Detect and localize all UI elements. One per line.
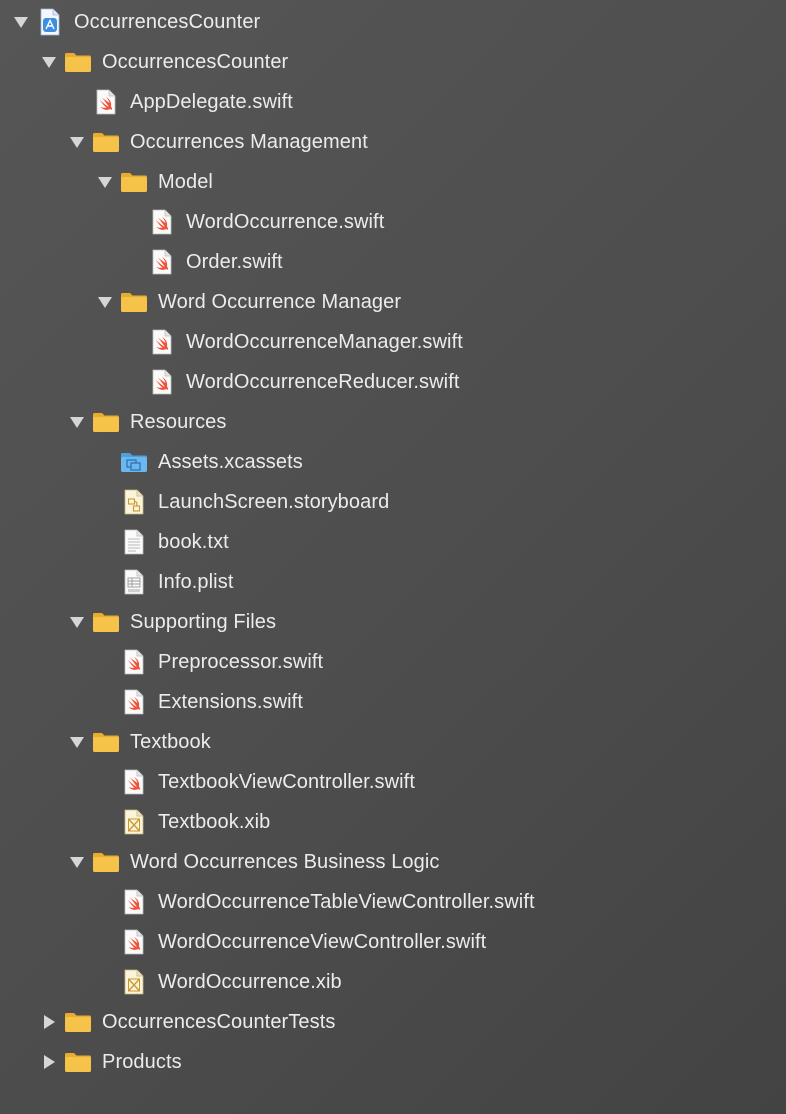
plist-file-icon (120, 568, 148, 596)
tree-row-appdelegate-swift[interactable]: AppDelegate.swift (0, 82, 786, 122)
swift-file-icon (148, 328, 176, 356)
tree-row-label: Preprocessor.swift (158, 651, 324, 673)
tree-row-textbookviewcontroller-swift[interactable]: TextbookViewController.swift (0, 762, 786, 802)
swift-file-icon (120, 688, 148, 716)
swift-file-icon (120, 888, 148, 916)
tree-row-label: AppDelegate.swift (130, 91, 293, 113)
swift-file-icon (120, 768, 148, 796)
folder-icon (64, 1008, 92, 1036)
tree-row-launchscreen-storyboard[interactable]: LaunchScreen.storyboard (0, 482, 786, 522)
disclosure-collapsed-icon[interactable] (40, 1053, 58, 1071)
tree-row-label: Supporting Files (130, 611, 277, 633)
folder-icon (92, 728, 120, 756)
disclosure-expanded-icon[interactable] (68, 853, 86, 871)
tree-row-label: WordOccurrenceViewController.swift (158, 931, 487, 953)
tree-row-label: Model (158, 171, 213, 193)
tree-row-occurrencescounter[interactable]: OccurrencesCounter (0, 2, 786, 42)
tree-row-label: OccurrencesCounter (102, 51, 289, 73)
tree-row-products[interactable]: Products (0, 1042, 786, 1082)
swift-file-icon (120, 648, 148, 676)
tree-row-label: Order.swift (186, 251, 283, 273)
tree-row-label: WordOccurrence.xib (158, 971, 342, 993)
disclosure-expanded-icon[interactable] (96, 173, 114, 191)
xib-file-icon (120, 968, 148, 996)
tree-row-label: WordOccurrence.swift (186, 211, 385, 233)
folder-icon (120, 288, 148, 316)
disclosure-expanded-icon[interactable] (68, 413, 86, 431)
folder-icon (92, 408, 120, 436)
tree-row-label: Resources (130, 411, 227, 433)
tree-row-wordoccurrencemanager-swift[interactable]: WordOccurrenceManager.swift (0, 322, 786, 362)
tree-row-supporting-files[interactable]: Supporting Files (0, 602, 786, 642)
tree-row-textbook[interactable]: Textbook (0, 722, 786, 762)
disclosure-expanded-icon[interactable] (68, 133, 86, 151)
tree-row-assets-xcassets[interactable]: Assets.xcassets (0, 442, 786, 482)
tree-row-word-occurrences-business-logic[interactable]: Word Occurrences Business Logic (0, 842, 786, 882)
tree-row-wordoccurrence-xib[interactable]: WordOccurrence.xib (0, 962, 786, 1002)
text-file-icon (120, 528, 148, 556)
tree-row-label: WordOccurrenceManager.swift (186, 331, 463, 353)
folder-icon (92, 608, 120, 636)
tree-row-wordoccurrence-swift[interactable]: WordOccurrence.swift (0, 202, 786, 242)
asset-catalog-icon (120, 448, 148, 476)
tree-row-label: Products (102, 1051, 182, 1073)
tree-row-occurrencescounter[interactable]: OccurrencesCounter (0, 42, 786, 82)
disclosure-collapsed-icon[interactable] (40, 1013, 58, 1031)
tree-row-label: OccurrencesCounter (74, 11, 261, 33)
xib-file-icon (120, 808, 148, 836)
disclosure-expanded-icon[interactable] (96, 293, 114, 311)
tree-row-resources[interactable]: Resources (0, 402, 786, 442)
tree-row-occurrences-management[interactable]: Occurrences Management (0, 122, 786, 162)
tree-row-label: Assets.xcassets (158, 451, 303, 473)
tree-row-wordoccurrencereducer-swift[interactable]: WordOccurrenceReducer.swift (0, 362, 786, 402)
tree-row-label: TextbookViewController.swift (158, 771, 415, 793)
tree-row-label: Occurrences Management (130, 131, 368, 153)
tree-row-extensions-swift[interactable]: Extensions.swift (0, 682, 786, 722)
folder-icon (92, 848, 120, 876)
tree-row-book-txt[interactable]: book.txt (0, 522, 786, 562)
disclosure-expanded-icon[interactable] (68, 613, 86, 631)
tree-row-preprocessor-swift[interactable]: Preprocessor.swift (0, 642, 786, 682)
tree-row-info-plist[interactable]: Info.plist (0, 562, 786, 602)
tree-row-label: Textbook (130, 731, 211, 753)
swift-file-icon (148, 208, 176, 236)
disclosure-expanded-icon[interactable] (40, 53, 58, 71)
disclosure-expanded-icon[interactable] (12, 13, 30, 31)
folder-icon (64, 48, 92, 76)
tree-row-label: WordOccurrenceTableViewController.swift (158, 891, 535, 913)
swift-file-icon (92, 88, 120, 116)
tree-row-label: LaunchScreen.storyboard (158, 491, 390, 513)
tree-row-label: Word Occurrences Business Logic (130, 851, 440, 873)
disclosure-expanded-icon[interactable] (68, 733, 86, 751)
tree-row-label: Info.plist (158, 571, 234, 593)
tree-row-model[interactable]: Model (0, 162, 786, 202)
tree-row-label: Word Occurrence Manager (158, 291, 402, 313)
project-navigator: OccurrencesCounter OccurrencesCounter Ap… (0, 0, 786, 1114)
folder-icon (120, 168, 148, 196)
tree-row-label: Textbook.xib (158, 811, 271, 833)
xcode-project-icon (36, 8, 64, 36)
tree-row-label: book.txt (158, 531, 229, 553)
tree-row-label: OccurrencesCounterTests (102, 1011, 336, 1033)
tree-row-wordoccurrencetableviewcontroller-swift[interactable]: WordOccurrenceTableViewController.swift (0, 882, 786, 922)
swift-file-icon (120, 928, 148, 956)
swift-file-icon (148, 248, 176, 276)
tree-row-wordoccurrenceviewcontroller-swift[interactable]: WordOccurrenceViewController.swift (0, 922, 786, 962)
tree-row-occurrencescountertests[interactable]: OccurrencesCounterTests (0, 1002, 786, 1042)
folder-icon (64, 1048, 92, 1076)
folder-icon (92, 128, 120, 156)
tree-row-label: WordOccurrenceReducer.swift (186, 371, 460, 393)
tree-row-label: Extensions.swift (158, 691, 303, 713)
tree-row-word-occurrence-manager[interactable]: Word Occurrence Manager (0, 282, 786, 322)
tree-row-textbook-xib[interactable]: Textbook.xib (0, 802, 786, 842)
storyboard-file-icon (120, 488, 148, 516)
tree-row-order-swift[interactable]: Order.swift (0, 242, 786, 282)
swift-file-icon (148, 368, 176, 396)
